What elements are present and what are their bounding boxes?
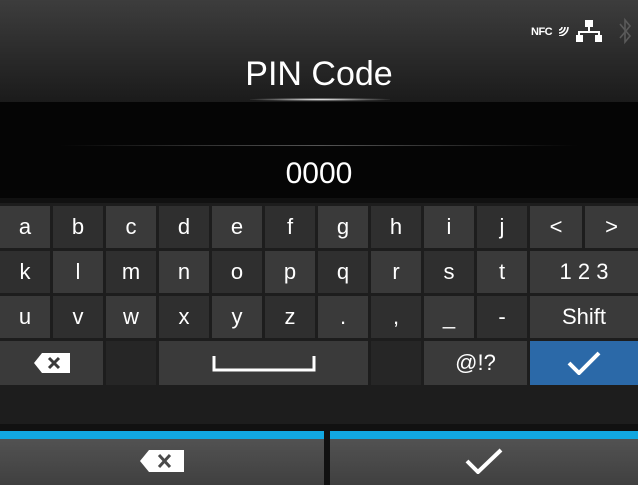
accent-line [0, 431, 324, 439]
key-b[interactable]: b [53, 206, 103, 248]
key-l[interactable]: l [53, 251, 103, 293]
key-o[interactable]: o [212, 251, 262, 293]
key-w[interactable]: w [106, 296, 156, 338]
key-period[interactable]: . [318, 296, 368, 338]
numeric-mode-key[interactable]: 1 2 3 [530, 251, 638, 293]
key-p[interactable]: p [265, 251, 315, 293]
key-m[interactable]: m [106, 251, 156, 293]
pin-code-field[interactable]: 0000 [0, 156, 638, 192]
key-n[interactable]: n [159, 251, 209, 293]
shift-key[interactable]: Shift [530, 296, 638, 338]
key-comma[interactable]: , [371, 296, 421, 338]
checkmark-icon [567, 351, 601, 375]
key-e[interactable]: e [212, 206, 262, 248]
key-h[interactable]: h [371, 206, 421, 248]
blank-key [371, 341, 421, 385]
symbols-key[interactable]: @!? [424, 341, 527, 385]
on-screen-keyboard: a b c d e f g h i j < > k l m n o p q r … [0, 203, 638, 424]
key-s[interactable]: s [424, 251, 474, 293]
enter-key[interactable] [530, 341, 638, 385]
key-cursor-left[interactable]: < [530, 206, 582, 248]
key-f[interactable]: f [265, 206, 315, 248]
key-x[interactable]: x [159, 296, 209, 338]
blank-key [106, 341, 156, 385]
bluetooth-icon [619, 17, 632, 45]
header-bar: NFC PIN Code [0, 0, 638, 102]
key-d[interactable]: d [159, 206, 209, 248]
key-t[interactable]: t [477, 251, 527, 293]
key-g[interactable]: g [318, 206, 368, 248]
key-i[interactable]: i [424, 206, 474, 248]
space-icon [212, 356, 315, 372]
key-cursor-right[interactable]: > [585, 206, 638, 248]
key-v[interactable]: v [53, 296, 103, 338]
space-key[interactable] [159, 341, 368, 385]
key-j[interactable]: j [477, 206, 527, 248]
network-icon [576, 20, 602, 42]
back-button[interactable] [0, 431, 324, 485]
accent-line [330, 431, 638, 439]
key-c[interactable]: c [106, 206, 156, 248]
backspace-icon [33, 353, 70, 373]
key-underscore[interactable]: _ [424, 296, 474, 338]
key-a[interactable]: a [0, 206, 50, 248]
title-underline [250, 98, 390, 101]
checkmark-icon [465, 448, 503, 474]
nfc-icon [558, 26, 569, 36]
backspace-key[interactable] [0, 341, 103, 385]
page-title: PIN Code [245, 55, 393, 93]
confirm-button[interactable] [330, 431, 638, 485]
backspace-icon [140, 450, 184, 472]
nfc-label: NFC [531, 26, 553, 38]
key-q[interactable]: q [318, 251, 368, 293]
key-u[interactable]: u [0, 296, 50, 338]
key-y[interactable]: y [212, 296, 262, 338]
key-hyphen[interactable]: - [477, 296, 527, 338]
key-r[interactable]: r [371, 251, 421, 293]
key-z[interactable]: z [265, 296, 315, 338]
divider [60, 145, 578, 146]
key-k[interactable]: k [0, 251, 50, 293]
